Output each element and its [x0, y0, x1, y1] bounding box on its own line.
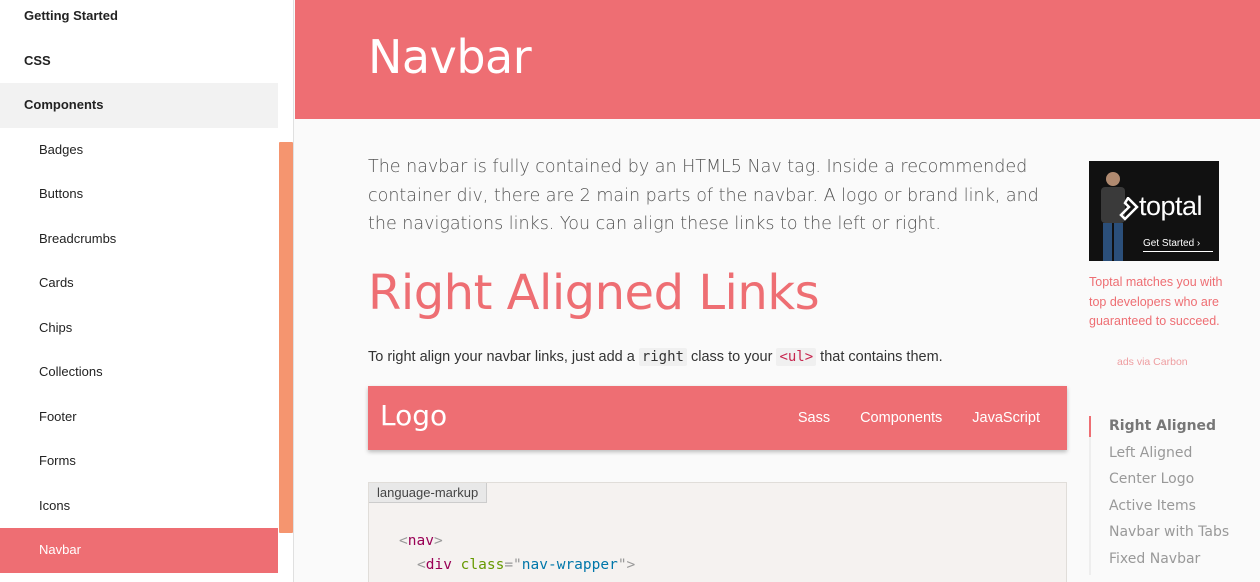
code-string: nav-wrapper	[521, 557, 618, 573]
code-tag: div	[425, 557, 452, 573]
sidebar-item-buttons[interactable]: Buttons	[0, 172, 278, 217]
code-punct: <	[417, 557, 426, 573]
code-punct: ="	[504, 557, 522, 573]
toc-item-fixed-navbar[interactable]: Fixed Navbar	[1091, 549, 1249, 570]
toc-item-left-aligned[interactable]: Left Aligned	[1091, 443, 1249, 464]
desc-text-before: To right align your navbar links, just a…	[368, 349, 639, 365]
code-punct: <	[399, 533, 408, 549]
toc-item-active-items[interactable]: Active Items	[1091, 496, 1249, 517]
toc-item-navbar-with-tabs[interactable]: Navbar with Tabs	[1091, 522, 1249, 543]
desc-text-after: that contains them.	[816, 349, 943, 365]
ad-cta-button[interactable]: Get Started ›	[1143, 238, 1213, 252]
ad-brand-text: toptal	[1139, 191, 1203, 221]
demo-navbar-links: Sass Components JavaScript	[783, 386, 1055, 450]
demo-navbar-logo[interactable]: Logo	[380, 399, 447, 432]
section-title: Right Aligned Links	[368, 265, 820, 321]
toptal-logo-icon	[1119, 197, 1139, 221]
ad-via-link[interactable]: ads via Carbon	[1117, 356, 1188, 368]
sidebar-item-getting-started[interactable]: Getting Started	[0, 0, 278, 39]
sidebar-item-badges[interactable]: Badges	[0, 128, 278, 173]
sidebar-item-breadcrumbs[interactable]: Breadcrumbs	[0, 217, 278, 262]
demo-link-components[interactable]: Components	[845, 386, 957, 450]
code-punct: >	[433, 533, 443, 549]
sidebar-item-footer[interactable]: Footer	[0, 395, 278, 440]
demo-navbar: Logo Sass Components JavaScript	[368, 386, 1067, 450]
toc-item-right-aligned[interactable]: Right Aligned	[1089, 416, 1249, 437]
sidebar-item-collections[interactable]: Collections	[0, 350, 278, 395]
sidebar-item-cards[interactable]: Cards	[0, 261, 278, 306]
toc-item-center-logo[interactable]: Center Logo	[1091, 469, 1249, 490]
code-line-2: <div class="nav-wrapper">	[417, 557, 635, 573]
sidebar-item-css[interactable]: CSS	[0, 39, 278, 84]
sidebar-nav: Getting Started CSS Components Badges Bu…	[0, 0, 294, 582]
section-description: To right align your navbar links, just a…	[368, 348, 943, 366]
inline-code-ul: <ul>	[776, 348, 817, 366]
demo-link-sass[interactable]: Sass	[783, 386, 845, 450]
sidebar-scrollbar[interactable]	[279, 142, 293, 533]
page-header: Navbar	[295, 0, 1260, 119]
ad-text-link[interactable]: Toptal matches you with top developers w…	[1089, 273, 1229, 332]
code-punct: ">	[617, 557, 636, 573]
ad-image[interactable]: toptal Get Started ›	[1089, 161, 1219, 261]
code-line-1: <nav>	[399, 533, 443, 549]
inline-code-right: right	[638, 348, 687, 366]
sidebar-list: Getting Started CSS Components Badges Bu…	[0, 0, 278, 573]
desc-text-middle: class to your	[686, 349, 777, 365]
code-attr: class	[460, 557, 505, 573]
intro-paragraph: The navbar is fully contained by an HTML…	[368, 157, 1039, 234]
code-block: language-markup <nav> <div class="nav-wr…	[368, 482, 1067, 582]
sidebar-item-components[interactable]: Components	[0, 83, 278, 128]
sidebar-item-forms[interactable]: Forms	[0, 439, 278, 484]
sidebar-item-navbar[interactable]: Navbar	[0, 528, 278, 573]
page-title: Navbar	[368, 30, 532, 84]
sidebar-item-chips[interactable]: Chips	[0, 306, 278, 351]
demo-link-javascript[interactable]: JavaScript	[957, 386, 1055, 450]
code-tag: nav	[407, 533, 434, 549]
table-of-contents: Right Aligned Left Aligned Center Logo A…	[1089, 416, 1249, 575]
sidebar-item-icons[interactable]: Icons	[0, 484, 278, 529]
code-language-label: language-markup	[369, 483, 488, 503]
